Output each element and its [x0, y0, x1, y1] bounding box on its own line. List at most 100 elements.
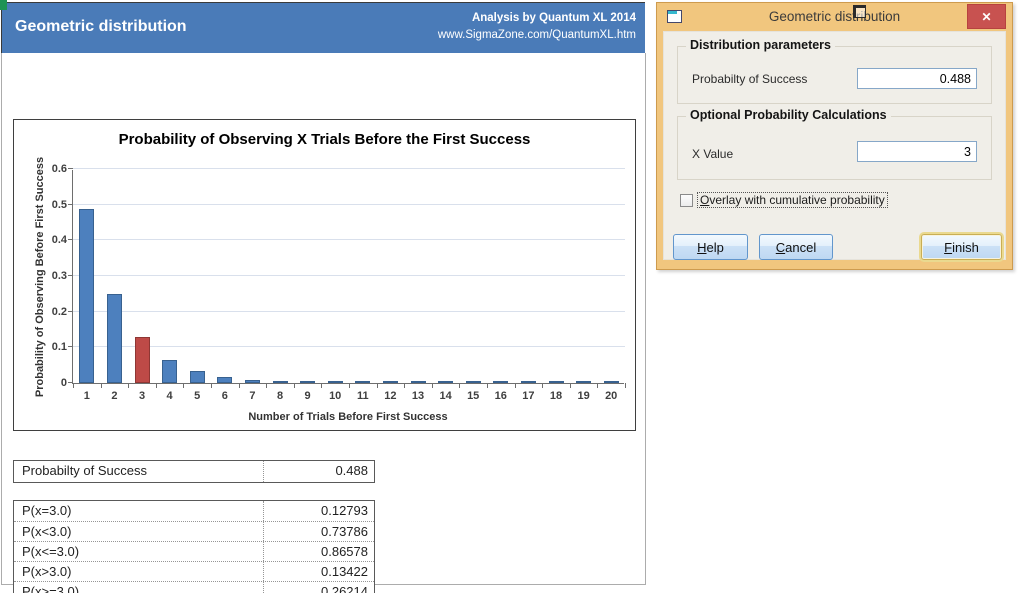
probability-calculations-table: P(x=3.0)0.12793P(x<3.0)0.73786P(x<=3.0)0… [13, 500, 375, 593]
y-tick-label: 0.5 [29, 198, 67, 212]
close-icon: ✕ [981, 10, 991, 24]
x-tick-label: 19 [573, 390, 595, 402]
table-row: Probabilty of Success 0.488 [14, 461, 374, 482]
checkbox-label[interactable]: Overlay with cumulative probability [697, 192, 888, 208]
y-tick-label: 0 [29, 376, 67, 390]
bar [493, 381, 508, 383]
y-tick-label: 0.3 [29, 269, 67, 283]
x-tick-label: 13 [407, 390, 429, 402]
bar-highlighted [135, 337, 150, 383]
x-tick-label: 3 [131, 390, 153, 402]
table-cell-label: P(x>3.0) [14, 562, 264, 581]
bar [521, 381, 536, 383]
optional-probability-group: Optional Probability Calculations X Valu… [677, 116, 992, 180]
bar [355, 381, 370, 383]
dialog-body: Distribution parameters Probabilty of Su… [663, 31, 1006, 260]
finish-button[interactable]: Finish [921, 234, 1002, 260]
y-axis-tick [68, 168, 73, 169]
plot-area: 00.10.20.30.40.50.6123456789101112131415… [72, 170, 624, 384]
dialog-title: Geometric distribution [657, 9, 1012, 24]
x-tick-label: 12 [379, 390, 401, 402]
x-tick-label: 15 [462, 390, 484, 402]
x-axis-tick [542, 383, 543, 388]
x-axis-tick [432, 383, 433, 388]
close-button[interactable]: ✕ [967, 4, 1006, 29]
x-tick-label: 16 [490, 390, 512, 402]
report-body: Probability of Observing X Trials Before… [1, 53, 646, 585]
y-axis-tick [68, 239, 73, 240]
bar [107, 294, 122, 383]
x-axis-tick [515, 383, 516, 388]
probability-of-success-input[interactable] [857, 68, 977, 89]
table-cell-value: 0.13422 [264, 562, 374, 581]
table-cell-value: 0.86578 [264, 542, 374, 561]
overlay-cumulative-checkbox[interactable] [680, 194, 693, 207]
table-cell-value: 0.73786 [264, 522, 374, 541]
x-axis-tick [156, 383, 157, 388]
cancel-button[interactable]: Cancel [759, 234, 833, 260]
table-cell-label: P(x<3.0) [14, 522, 264, 541]
x-axis-tick [404, 383, 405, 388]
x-tick-label: 6 [214, 390, 236, 402]
table-row: P(x<3.0)0.73786 [14, 521, 374, 541]
x-axis-tick [239, 383, 240, 388]
bar [190, 371, 205, 383]
x-axis-tick [487, 383, 488, 388]
x-tick-label: 14 [435, 390, 457, 402]
distribution-parameters-group: Distribution parameters Probabilty of Su… [677, 46, 992, 104]
report-title: Geometric distribution [15, 18, 187, 36]
chart-title: Probability of Observing X Trials Before… [14, 131, 635, 148]
gridline [73, 275, 625, 276]
bar [438, 381, 453, 383]
x-tick-label: 8 [269, 390, 291, 402]
chart: Probability of Observing X Trials Before… [13, 119, 636, 431]
x-tick-label: 20 [600, 390, 622, 402]
group-title: Distribution parameters [686, 38, 835, 52]
table-row: P(x>=3.0)0.26214 [14, 581, 374, 593]
gridline [73, 168, 625, 169]
bar [79, 209, 94, 383]
bar [162, 360, 177, 383]
bar [604, 381, 619, 383]
gridline [73, 311, 625, 312]
bar [383, 381, 398, 383]
x-axis-tick [294, 383, 295, 388]
bar [328, 381, 343, 383]
x-tick-label: 17 [517, 390, 539, 402]
x-axis-tick [73, 383, 74, 388]
x-tick-label: 2 [103, 390, 125, 402]
table-cell-label: P(x<=3.0) [14, 542, 264, 561]
bar [217, 377, 232, 383]
x-tick-label: 11 [352, 390, 374, 402]
table-row: P(x=3.0)0.12793 [14, 501, 374, 521]
table-cell-value: 0.26214 [264, 582, 374, 593]
x-axis-tick [101, 383, 102, 388]
report-credit-block: Analysis by Quantum XL 2014 www.SigmaZon… [438, 10, 636, 44]
bar [273, 381, 288, 383]
x-value-input[interactable] [857, 141, 977, 162]
bar [411, 381, 426, 383]
table-row: P(x>3.0)0.13422 [14, 561, 374, 581]
y-axis-tick [68, 346, 73, 347]
gridline [73, 239, 625, 240]
x-axis-tick [570, 383, 571, 388]
y-tick-label: 0.1 [29, 340, 67, 354]
analysis-credit: Analysis by Quantum XL 2014 [438, 10, 636, 27]
x-tick-label: 4 [159, 390, 181, 402]
x-tick-label: 10 [324, 390, 346, 402]
help-button[interactable]: Help [673, 234, 748, 260]
bar [466, 381, 481, 383]
dialog-titlebar[interactable]: Geometric distribution ✕ [657, 3, 1012, 31]
y-tick-label: 0.4 [29, 233, 67, 247]
table-cell-value: 0.12793 [264, 501, 374, 521]
x-axis-tick [321, 383, 322, 388]
y-tick-label: 0.6 [29, 162, 67, 176]
x-tick-label: 18 [545, 390, 567, 402]
table-cell-value: 0.488 [264, 461, 374, 482]
dialog-geometric-distribution: Geometric distribution ✕ Distribution pa… [656, 2, 1013, 270]
x-axis-tick [128, 383, 129, 388]
x-axis-tick [183, 383, 184, 388]
y-axis-tick [68, 275, 73, 276]
x-axis-tick [266, 383, 267, 388]
y-axis-tick [68, 204, 73, 205]
